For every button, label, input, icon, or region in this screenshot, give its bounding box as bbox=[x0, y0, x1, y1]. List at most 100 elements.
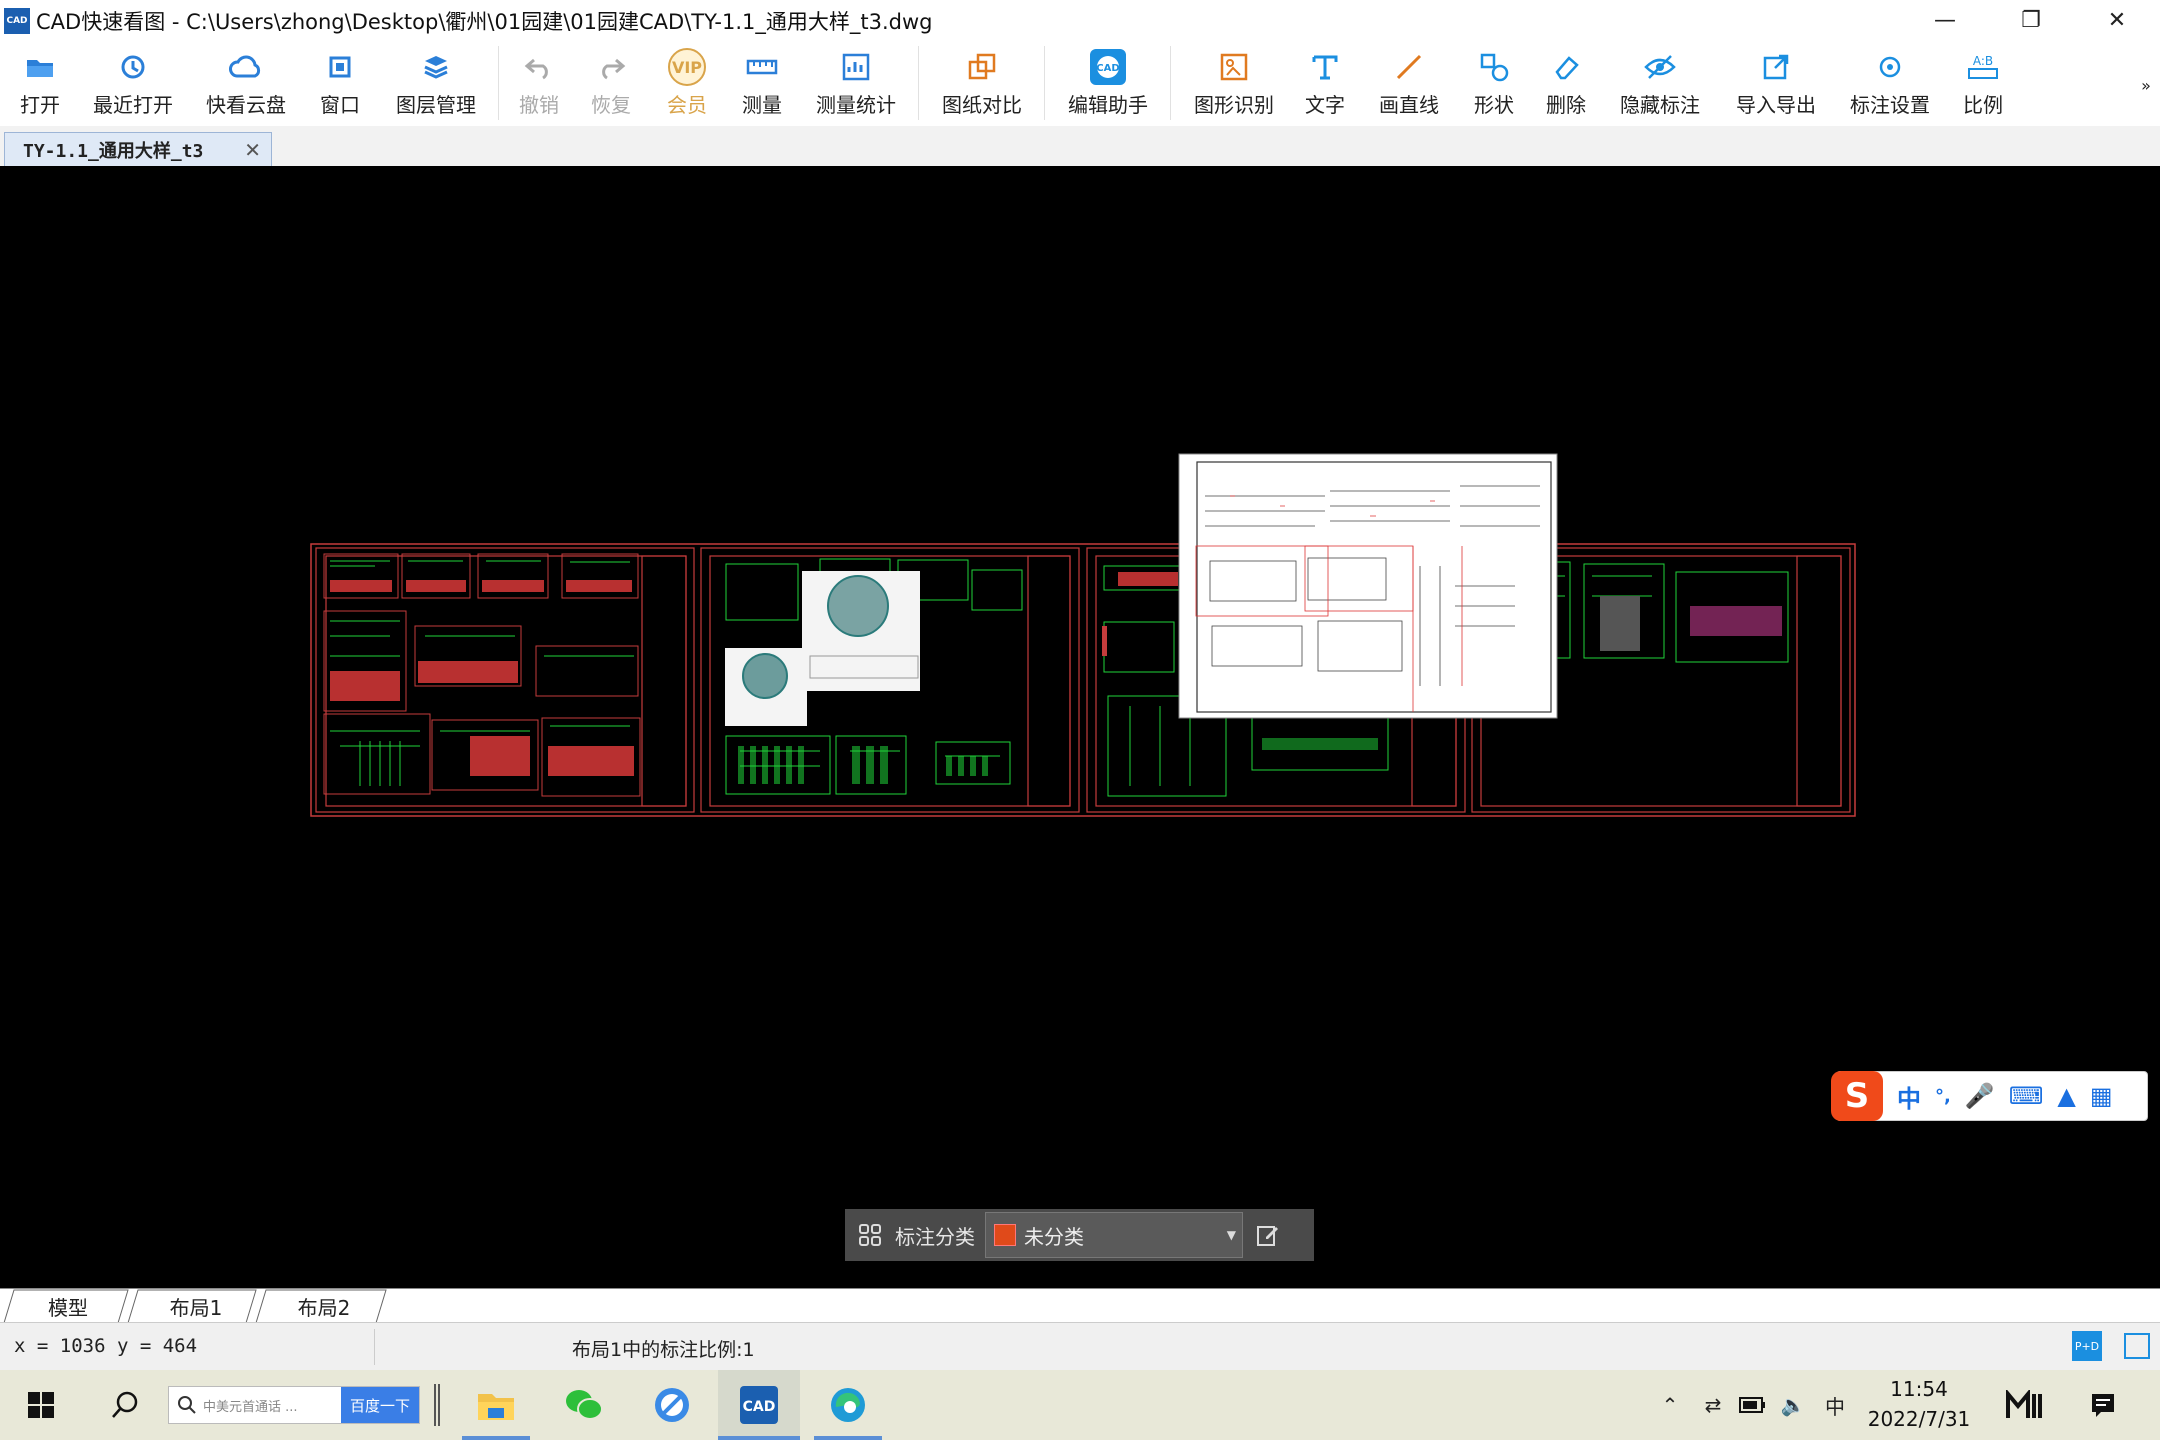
layout-tabs: 模型 布局1 布局2 bbox=[0, 1288, 2160, 1323]
annotation-scale-text: 布局1中的标注比例:1 bbox=[572, 1339, 755, 1361]
ime-mode[interactable]: 中 bbox=[1897, 1079, 1921, 1114]
taskbar-search-box[interactable]: 中美元首通话 ... 百度一下 bbox=[168, 1386, 420, 1424]
microphone-icon[interactable]: 🎤 bbox=[1965, 1082, 1995, 1110]
undo-button[interactable]: 撤销 bbox=[512, 40, 566, 126]
document-tab-label: TY-1.1_通用大样_t3 bbox=[23, 141, 204, 162]
tab-layout2[interactable]: 布局2 bbox=[272, 1289, 376, 1323]
measure-icon bbox=[746, 59, 778, 74]
recent-open-button[interactable]: 最近打开 bbox=[86, 40, 180, 126]
taskbar-clock[interactable]: 11:54 2022/7/31 bbox=[1856, 1374, 1982, 1434]
tab-model[interactable]: 模型 bbox=[20, 1289, 116, 1323]
apps-grid-icon[interactable]: ▦ bbox=[2090, 1082, 2113, 1110]
shape-recognize-icon bbox=[1220, 53, 1248, 80]
app-logo-icon: CAD bbox=[4, 8, 30, 34]
file-explorer-icon[interactable] bbox=[462, 1370, 530, 1440]
scale-icon: A:B bbox=[1968, 54, 1998, 79]
window-button[interactable]: 窗口 bbox=[312, 40, 368, 126]
svg-text:A:B: A:B bbox=[1973, 54, 1993, 68]
search-icon[interactable] bbox=[100, 1370, 150, 1440]
redo-icon bbox=[602, 58, 626, 79]
minimize-button[interactable]: — bbox=[1902, 0, 1988, 40]
edit-assistant-icon: CAD bbox=[1090, 48, 1126, 85]
baidu-search-button[interactable]: 百度一下 bbox=[341, 1387, 419, 1423]
clock-date: 2022/7/31 bbox=[1867, 1407, 1971, 1431]
cad-viewer-taskbar-icon[interactable]: CAD bbox=[718, 1370, 800, 1440]
shape-icon bbox=[1480, 53, 1509, 81]
skin-icon[interactable]: ▲ bbox=[2057, 1082, 2075, 1110]
annotation-settings-icon bbox=[1879, 56, 1901, 77]
network-sync-icon[interactable]: ⇄ bbox=[1696, 1370, 1730, 1440]
svg-text:CAD: CAD bbox=[1096, 63, 1119, 74]
draw-line-button[interactable]: 画直线 bbox=[1370, 40, 1448, 126]
measure-stats-button[interactable]: 测量统计 bbox=[808, 40, 904, 126]
scale-button[interactable]: A:B 比例 bbox=[1958, 40, 2008, 126]
fullscreen-icon[interactable] bbox=[2124, 1333, 2150, 1359]
vip-icon: VIP bbox=[668, 47, 706, 86]
tray-app-logo-icon[interactable] bbox=[1998, 1370, 2054, 1440]
category-color-swatch bbox=[994, 1224, 1016, 1246]
notification-center-icon[interactable] bbox=[2080, 1370, 2126, 1440]
vip-button[interactable]: VIP 会员 bbox=[660, 40, 714, 126]
window-title: CAD快速看图 - C:\Users\zhong\Desktop\衢州\01园建… bbox=[36, 10, 933, 34]
volume-icon[interactable]: 🔈 bbox=[1776, 1370, 1810, 1440]
chevron-down-icon: ▼ bbox=[1226, 1228, 1236, 1242]
magnifier-icon bbox=[178, 1396, 196, 1414]
redo-button[interactable]: 恢复 bbox=[584, 40, 638, 126]
battery-icon[interactable] bbox=[1736, 1370, 1770, 1440]
annotation-category-select[interactable]: 未分类 ▼ bbox=[985, 1212, 1243, 1258]
hide-eye-icon bbox=[1644, 54, 1676, 79]
import-export-icon bbox=[1763, 54, 1789, 79]
svg-text:CAD: CAD bbox=[743, 1399, 776, 1415]
edit-assistant-button[interactable]: CAD 编辑助手 bbox=[1060, 40, 1156, 126]
document-tab-strip: TY-1.1_通用大样_t3 ✕ bbox=[0, 126, 2160, 167]
hide-annotations-button[interactable]: 隐藏标注 bbox=[1612, 40, 1708, 126]
undo-icon bbox=[524, 58, 548, 79]
shape-recognize-button[interactable]: 图形识别 bbox=[1186, 40, 1282, 126]
measure-button[interactable]: 测量 bbox=[732, 40, 792, 126]
cloud-drive-button[interactable]: 快看云盘 bbox=[198, 40, 294, 126]
close-button[interactable]: ✕ bbox=[2074, 0, 2160, 40]
shape-button[interactable]: 形状 bbox=[1464, 40, 1524, 126]
toolbar-overflow-button[interactable]: » bbox=[2136, 40, 2156, 126]
windows-start-icon[interactable] bbox=[18, 1370, 64, 1440]
line-icon bbox=[1396, 54, 1422, 79]
annotation-category-label: 标注分类 bbox=[895, 1224, 975, 1249]
search-placeholder: 中美元首通话 ... bbox=[203, 1399, 298, 1415]
measure-stats-icon bbox=[842, 53, 870, 80]
drawing-canvas[interactable]: 标注分类 未分类 ▼ S 中 °, 🎤 ⌨ ▲ ▦ bbox=[0, 166, 2160, 1288]
main-toolbar: 打开 最近打开 快看云盘 窗口 图层管理 撤销 恢复 VIP 会员 测量 测量统… bbox=[0, 40, 2160, 127]
edge-browser-icon[interactable] bbox=[814, 1370, 882, 1440]
open-button[interactable]: 打开 bbox=[10, 40, 70, 126]
tray-chevron-up-icon[interactable]: ⌃ bbox=[1652, 1370, 1688, 1440]
delete-button[interactable]: 删除 bbox=[1540, 40, 1592, 126]
eraser-icon bbox=[1555, 55, 1579, 79]
keyboard-icon[interactable]: ⌨ bbox=[2009, 1082, 2044, 1110]
close-tab-icon[interactable]: ✕ bbox=[244, 138, 261, 162]
window-icon bbox=[329, 56, 351, 77]
title-bar: CAD CAD快速看图 - C:\Users\zhong\Desktop\衢州\… bbox=[0, 0, 2160, 40]
clock-time: 11:54 bbox=[1890, 1377, 1948, 1401]
layers-icon bbox=[424, 55, 448, 79]
edit-category-icon[interactable] bbox=[1243, 1223, 1293, 1247]
tab-layout1[interactable]: 布局1 bbox=[144, 1289, 248, 1323]
ime-toolbar[interactable]: S 中 °, 🎤 ⌨ ▲ ▦ bbox=[1831, 1071, 2148, 1121]
text-button[interactable]: 文字 bbox=[1300, 40, 1350, 126]
cloud-icon bbox=[229, 55, 261, 77]
browser-icon[interactable] bbox=[638, 1370, 706, 1440]
grid-view-icon[interactable] bbox=[845, 1224, 895, 1246]
taskbar: 中美元首通话 ... 百度一下 CAD ⌃ ⇄ 🔈 中 11:54 2022/7… bbox=[0, 1370, 2160, 1440]
text-icon bbox=[1312, 55, 1338, 79]
input-language-indicator[interactable]: 中 bbox=[1818, 1370, 1852, 1440]
restore-button[interactable]: ❐ bbox=[1988, 0, 2074, 40]
ime-punct[interactable]: °, bbox=[1935, 1086, 1951, 1107]
document-tab[interactable]: TY-1.1_通用大样_t3 ✕ bbox=[4, 132, 272, 167]
pdf-convert-icon[interactable]: P+D bbox=[2072, 1331, 2102, 1361]
layer-manager-button[interactable]: 图层管理 bbox=[388, 40, 484, 126]
wechat-icon[interactable] bbox=[550, 1370, 618, 1440]
annotation-settings-button[interactable]: 标注设置 bbox=[1842, 40, 1938, 126]
sogou-logo-icon: S bbox=[1831, 1071, 1883, 1121]
import-export-button[interactable]: 导入导出 bbox=[1728, 40, 1824, 126]
cursor-coordinates: x = 1036 y = 464 bbox=[14, 1335, 198, 1357]
compare-button[interactable]: 图纸对比 bbox=[934, 40, 1030, 126]
svg-text:VIP: VIP bbox=[672, 58, 702, 77]
